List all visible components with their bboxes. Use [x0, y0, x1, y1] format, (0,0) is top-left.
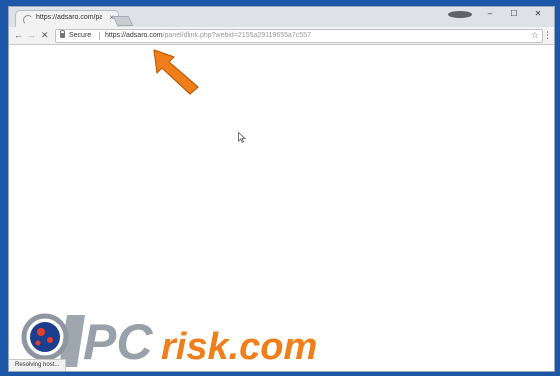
mouse-cursor-icon	[238, 132, 246, 143]
bookmark-star-icon[interactable]: ☆	[531, 30, 539, 41]
browser-window: https://adsaro.com/panel × – ☐ ✕ ← → ✕ S…	[8, 6, 555, 372]
url-host: https://adsaro.com	[105, 32, 163, 39]
omnibox-separator	[99, 32, 100, 40]
lock-icon	[60, 30, 65, 38]
browser-toolbar: ← → ✕ Secure https://adsaro.com/panel/dl…	[9, 27, 554, 45]
new-tab-button[interactable]	[112, 16, 134, 26]
maximize-button[interactable]: ☐	[502, 7, 526, 21]
close-window-button[interactable]: ✕	[526, 7, 550, 21]
annotation-arrow-icon	[153, 49, 199, 95]
svg-text:PC: PC	[83, 314, 153, 370]
browser-tab[interactable]: https://adsaro.com/panel ×	[15, 10, 119, 28]
loading-spinner-icon	[23, 15, 33, 25]
tab-strip: https://adsaro.com/panel × – ☐ ✕	[9, 7, 554, 28]
stop-button[interactable]: ✕	[41, 29, 49, 42]
window-controls: – ☐ ✕	[442, 7, 550, 21]
url-text[interactable]: https://adsaro.com/panel/dlink.php?webid…	[105, 31, 311, 41]
minimize-button[interactable]: –	[478, 7, 502, 21]
forward-button[interactable]: →	[27, 29, 36, 42]
profile-icon[interactable]	[448, 10, 472, 18]
pcrisk-watermark-logo: PC risk.com	[21, 313, 317, 370]
address-bar[interactable]: Secure https://adsaro.com/panel/dlink.ph…	[55, 29, 543, 43]
tab-title: https://adsaro.com/panel	[36, 14, 102, 21]
svg-text:risk.com: risk.com	[161, 326, 317, 368]
status-bubble: Resolving host...	[9, 359, 67, 371]
url-path: /panel/dlink.php?webid=2155a29119655a7c5…	[162, 32, 311, 39]
security-label: Secure	[69, 32, 92, 39]
menu-button[interactable]: ⋮	[543, 29, 552, 42]
back-button[interactable]: ←	[14, 29, 23, 42]
